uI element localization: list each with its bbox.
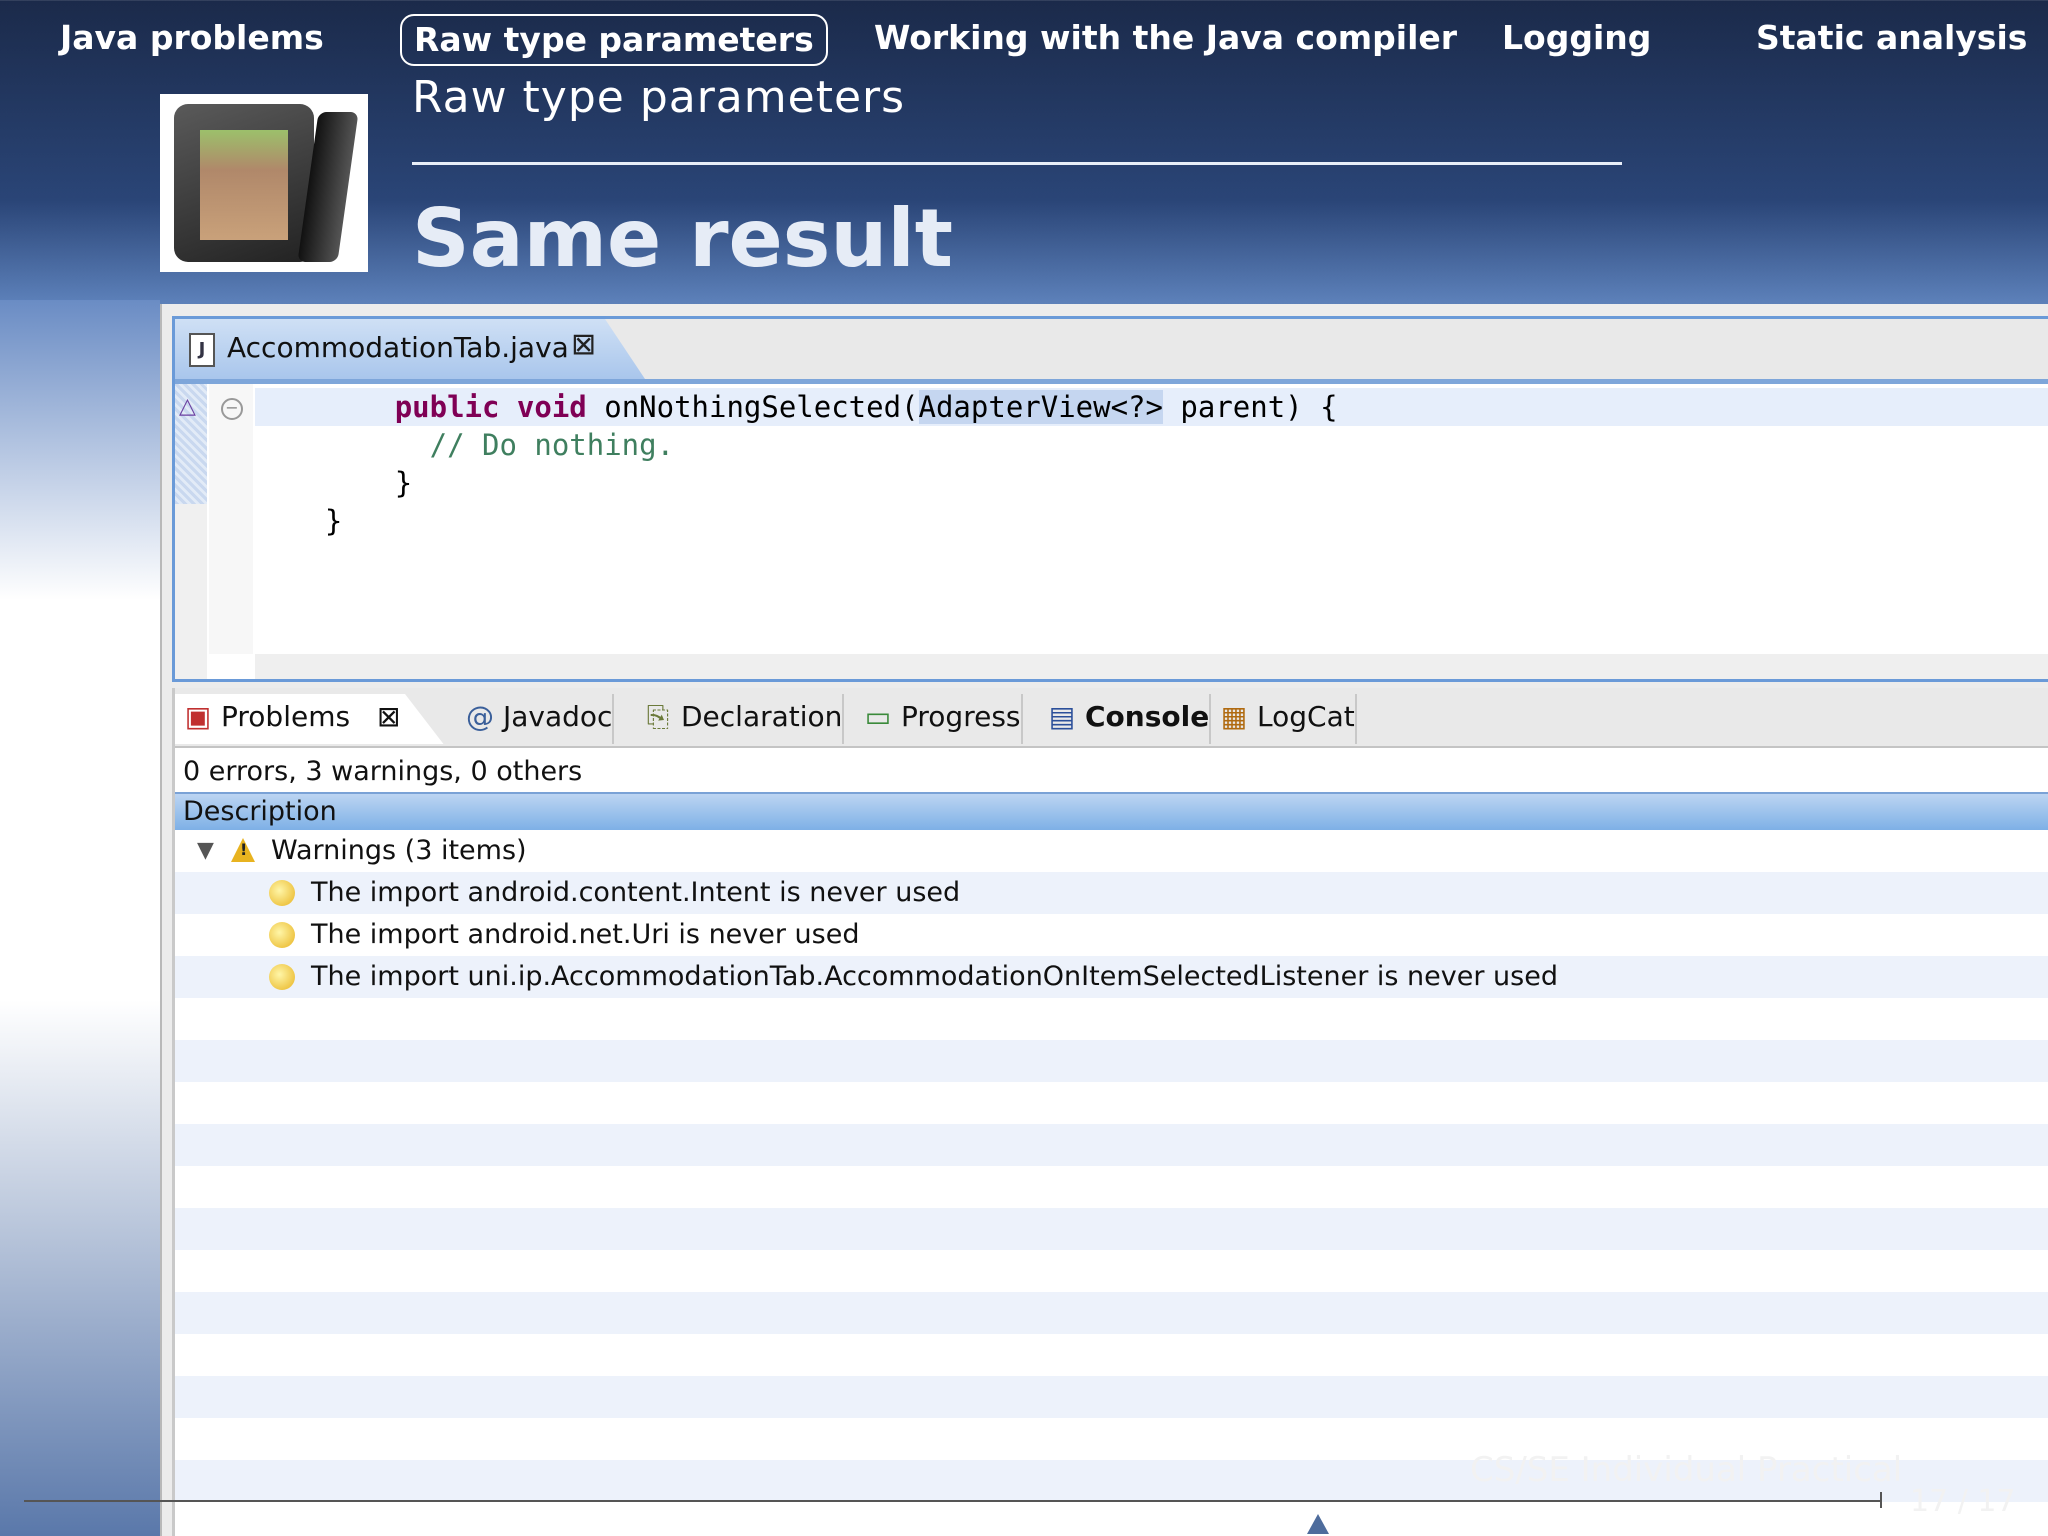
- problems-list: ▼ Warnings (3 items) The import android.…: [175, 830, 2048, 1502]
- empty-row: [175, 1208, 2048, 1250]
- empty-row: [175, 1250, 2048, 1292]
- tab-console[interactable]: ▤ Console: [1039, 694, 1212, 744]
- warning-bulb-icon: [269, 880, 295, 906]
- logcat-icon: ▦: [1220, 700, 1248, 733]
- group-label: Warnings (3 items): [271, 835, 527, 866]
- code-line-1: public void onNothingSelected(AdapterVie…: [255, 388, 2048, 426]
- section-title: Raw type parameters: [412, 72, 906, 123]
- code-editor: J AccommodationTab.java ⊠ △ − public voi…: [172, 316, 2048, 682]
- problems-icon: ▣: [184, 700, 212, 733]
- column-header-label: Description: [183, 796, 337, 827]
- tab-label: LogCat: [1257, 700, 1355, 733]
- footer-course: CS/SE Individual Practical: [1470, 1450, 1903, 1490]
- declaration-icon: ⎘: [646, 700, 670, 733]
- warning-icon: [231, 838, 255, 862]
- warning-text: The import uni.ip.AccommodationTab.Accom…: [311, 961, 1558, 992]
- nav-item-java-compiler[interactable]: Working with the Java compiler: [862, 14, 1469, 62]
- slide-navigation: Java problems Raw type parameters Workin…: [0, 0, 2048, 78]
- footer-progress-tick: [1880, 1492, 1882, 1508]
- empty-row: [175, 1334, 2048, 1376]
- empty-row: [175, 1376, 2048, 1418]
- nav-item-static-analysis[interactable]: Static analysis: [1744, 14, 2039, 62]
- expand-triangle-icon[interactable]: ▼: [197, 830, 214, 872]
- nav-item-raw-type-parameters[interactable]: Raw type parameters: [400, 14, 828, 66]
- tab-logcat[interactable]: ▦ LogCat: [1211, 694, 1357, 744]
- nav-item-java-problems[interactable]: Java problems: [48, 14, 336, 62]
- closing-brace: }: [324, 504, 343, 538]
- warning-text: The import android.net.Uri is never used: [311, 919, 860, 950]
- list-item[interactable]: The import uni.ip.AccommodationTab.Accom…: [175, 956, 2048, 998]
- footer-page-number: 17 / 17: [1910, 1484, 2016, 1519]
- slide-left-gradient: [0, 300, 160, 1536]
- description-column-header[interactable]: Description: [175, 792, 2048, 830]
- code-line-4: }: [255, 502, 2048, 540]
- phone-thumbnail: [160, 94, 368, 272]
- editor-tab-bar: J AccommodationTab.java ⊠: [175, 319, 2048, 384]
- footer-progress-line: [24, 1500, 1880, 1502]
- editor-tab-label: AccommodationTab.java: [227, 331, 569, 364]
- ide-screenshot: J AccommodationTab.java ⊠ △ − public voi…: [160, 304, 2048, 1536]
- warnings-group-row[interactable]: ▼ Warnings (3 items): [175, 830, 2048, 872]
- empty-row: [175, 1292, 2048, 1334]
- console-icon: ▤: [1048, 700, 1076, 733]
- fold-column: −: [209, 384, 253, 654]
- phone-body: [174, 104, 314, 262]
- title-divider: [412, 162, 1622, 165]
- tab-javadoc[interactable]: @ Javadoc: [457, 694, 615, 744]
- at-icon: @: [466, 700, 494, 733]
- phone-screen: [200, 130, 288, 240]
- collapse-icon[interactable]: −: [221, 398, 243, 420]
- problems-view: ▣ Problems ⊠ @ Javadoc ⎘ Declaration ▭ Progr…: [172, 688, 2048, 1536]
- progress-icon: ▭: [864, 700, 892, 733]
- tab-label: Progress: [901, 700, 1021, 733]
- warning-text: The import android.content.Intent is nev…: [311, 877, 961, 908]
- list-item[interactable]: The import android.content.Intent is nev…: [175, 872, 2048, 914]
- slide-title: Same result: [412, 192, 954, 285]
- java-file-icon: J: [189, 333, 215, 367]
- empty-row: [175, 1166, 2048, 1208]
- keyword: public: [394, 390, 500, 424]
- code-line-2: // Do nothing.: [255, 426, 2048, 464]
- tab-label: Problems: [221, 700, 351, 733]
- code-area[interactable]: public void onNothingSelected(AdapterVie…: [255, 384, 2048, 654]
- override-icon[interactable]: △: [179, 394, 196, 419]
- tab-progress[interactable]: ▭ Progress: [855, 694, 1023, 744]
- editor-gutter: △: [175, 384, 207, 679]
- problems-summary: 0 errors, 3 warnings, 0 others: [183, 756, 583, 787]
- empty-row: [175, 1040, 2048, 1082]
- editor-tab[interactable]: J AccommodationTab.java ⊠: [175, 319, 645, 379]
- close-icon[interactable]: ⊠: [571, 327, 596, 362]
- editor-scroll-area[interactable]: [255, 654, 2048, 679]
- slide-nav-up-icon[interactable]: [1307, 1514, 1329, 1534]
- closing-brace: }: [394, 466, 413, 500]
- tab-problems[interactable]: ▣ Problems ⊠: [175, 694, 445, 744]
- warning-bulb-icon: [269, 922, 295, 948]
- warning-bulb-icon: [269, 964, 295, 990]
- empty-row: [175, 1082, 2048, 1124]
- code-line-3: }: [255, 464, 2048, 502]
- tab-label: Console: [1085, 700, 1210, 733]
- method-name: onNothingSelected(: [604, 390, 919, 424]
- empty-row: [175, 1124, 2048, 1166]
- view-tab-bar: ▣ Problems ⊠ @ Javadoc ⎘ Declaration ▭ Progr…: [175, 688, 2048, 748]
- nav-item-logging[interactable]: Logging: [1490, 14, 1663, 62]
- highlighted-type: AdapterView<?>: [918, 390, 1163, 424]
- tab-declaration[interactable]: ⎘ Declaration: [635, 694, 845, 744]
- empty-row: [175, 998, 2048, 1040]
- tab-label: Javadoc: [503, 700, 613, 733]
- list-item[interactable]: The import android.net.Uri is never used: [175, 914, 2048, 956]
- keyword: void: [516, 390, 587, 424]
- parameter: parent) {: [1162, 390, 1338, 424]
- code-comment: // Do nothing.: [429, 428, 675, 462]
- close-icon[interactable]: ⊠: [377, 700, 400, 733]
- tab-label: Declaration: [681, 700, 843, 733]
